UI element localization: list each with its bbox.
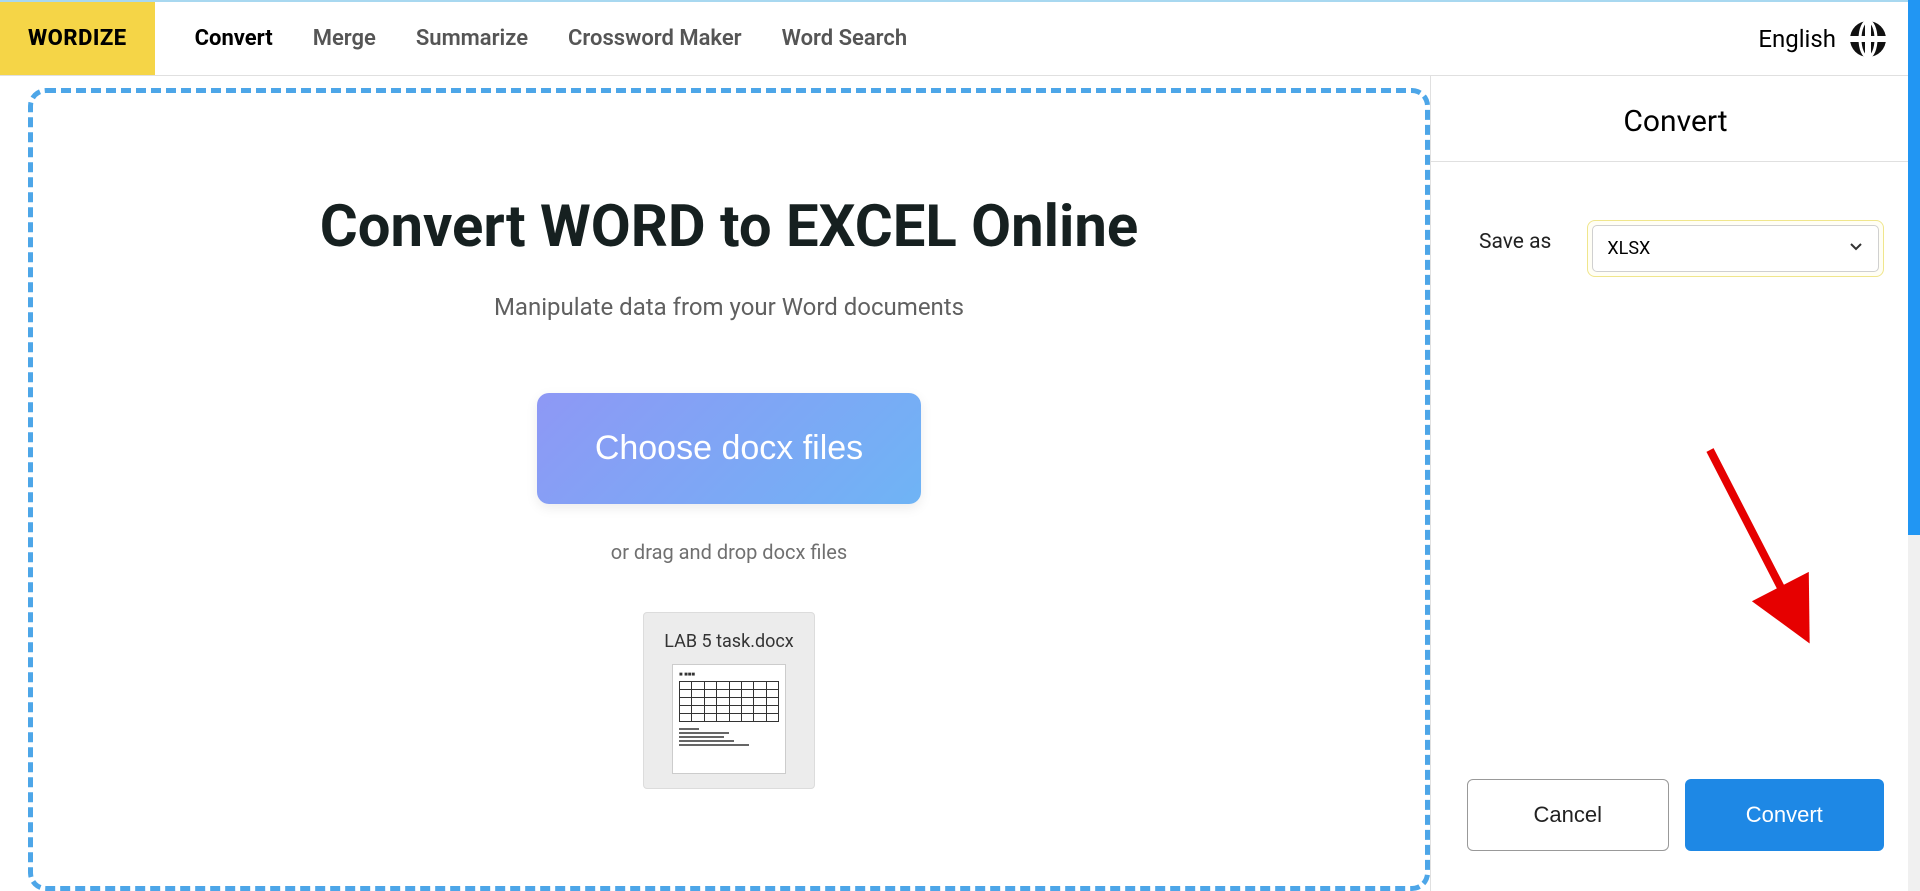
sidebar-footer: Cancel Convert bbox=[1431, 779, 1920, 891]
nav-summarize[interactable]: Summarize bbox=[396, 26, 548, 51]
format-select[interactable]: XLSX bbox=[1592, 225, 1879, 272]
page-subtitle: Manipulate data from your Word documents bbox=[494, 293, 964, 321]
drop-area-container: Convert WORD to EXCEL Online Manipulate … bbox=[0, 76, 1430, 891]
nav: Convert Merge Summarize Crossword Maker … bbox=[175, 2, 928, 75]
scrollbar-thumb[interactable] bbox=[1908, 0, 1920, 535]
convert-button[interactable]: Convert bbox=[1685, 779, 1885, 851]
format-select-value: XLSX bbox=[1607, 238, 1650, 259]
main-content: Convert WORD to EXCEL Online Manipulate … bbox=[0, 76, 1920, 891]
logo[interactable]: WORDIZE bbox=[0, 2, 155, 75]
uploaded-file-card[interactable]: LAB 5 task.docx ■ ■■■ bbox=[643, 612, 815, 789]
drag-hint-text: or drag and drop docx files bbox=[611, 540, 847, 564]
uploaded-file-name: LAB 5 task.docx bbox=[664, 631, 793, 652]
nav-wordsearch[interactable]: Word Search bbox=[762, 26, 928, 51]
chevron-down-icon bbox=[1848, 238, 1864, 259]
file-drop-zone[interactable]: Convert WORD to EXCEL Online Manipulate … bbox=[28, 88, 1430, 891]
convert-sidebar: Convert Save as XLSX Cancel Convert bbox=[1430, 76, 1920, 891]
format-select-wrap: XLSX bbox=[1587, 220, 1884, 277]
save-as-label: Save as bbox=[1479, 230, 1551, 254]
globe-icon bbox=[1848, 19, 1888, 59]
choose-files-button[interactable]: Choose docx files bbox=[537, 393, 921, 504]
cancel-button[interactable]: Cancel bbox=[1467, 779, 1669, 851]
file-preview-thumbnail: ■ ■■■ bbox=[672, 664, 786, 774]
page-title: Convert WORD to EXCEL Online bbox=[320, 193, 1138, 261]
scrollbar[interactable] bbox=[1908, 0, 1920, 891]
nav-convert[interactable]: Convert bbox=[175, 26, 293, 51]
language-text: English bbox=[1758, 25, 1836, 53]
nav-crossword[interactable]: Crossword Maker bbox=[548, 26, 762, 51]
header-bar: WORDIZE Convert Merge Summarize Crosswor… bbox=[0, 0, 1920, 76]
language-selector[interactable]: English bbox=[1758, 19, 1920, 59]
sidebar-title: Convert bbox=[1431, 76, 1920, 162]
sidebar-body: Save as XLSX bbox=[1431, 162, 1920, 779]
nav-merge[interactable]: Merge bbox=[293, 26, 396, 51]
